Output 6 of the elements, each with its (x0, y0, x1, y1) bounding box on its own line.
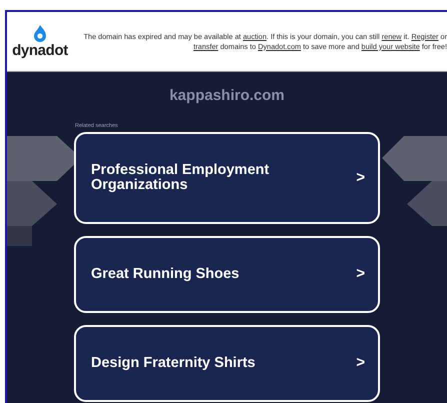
related-search-link[interactable]: Professional Employment Organizations > (74, 132, 380, 224)
domain-name: kappashiro.com (169, 86, 285, 106)
logo-icon (33, 25, 47, 43)
related-search-link[interactable]: Great Running Shoes > (74, 236, 380, 313)
logo-text: dynadot (12, 43, 68, 58)
related-search-link[interactable]: Design Fraternity Shirts > (74, 324, 380, 402)
